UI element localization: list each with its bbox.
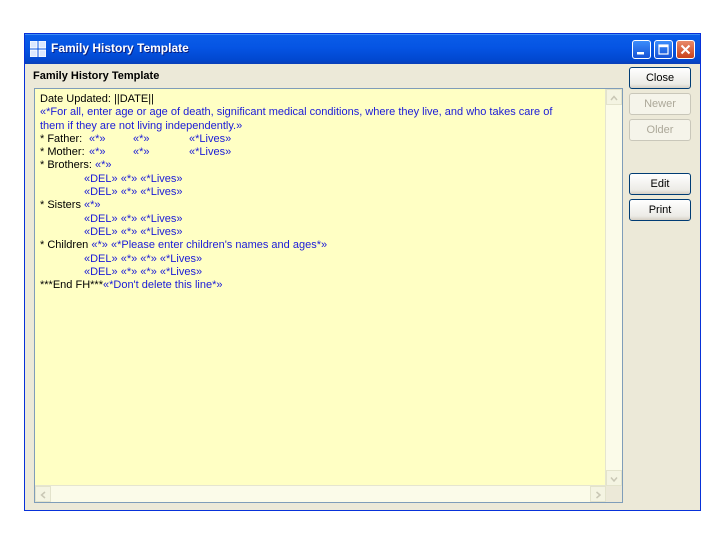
child-row: «DEL» «*» «*» «*Lives» (40, 266, 606, 279)
field-marker[interactable]: «*» (140, 253, 157, 265)
grid-app-icon (29, 40, 47, 58)
brother-row: «DEL» «*» «*Lives» (40, 173, 606, 186)
field-marker[interactable]: «*» (121, 226, 138, 238)
lives-field[interactable]: «*Lives» (140, 186, 182, 198)
field-marker[interactable]: «*» (133, 133, 189, 146)
chevron-right-icon (596, 491, 602, 499)
print-button[interactable]: Print (629, 199, 691, 221)
scroll-right-button[interactable] (590, 486, 606, 502)
end-marker: ***End FH*** (40, 279, 103, 292)
lives-field[interactable]: «*Lives» (140, 213, 182, 225)
brother-row: «DEL» «*» «*Lives» (40, 186, 606, 199)
lives-field[interactable]: «*Lives» (189, 133, 231, 145)
del-marker[interactable]: «DEL» (84, 266, 118, 278)
maximize-button[interactable] (654, 40, 673, 59)
field-marker[interactable]: «*» (121, 173, 138, 185)
del-marker[interactable]: «DEL» (84, 226, 118, 238)
field-marker[interactable]: «*» (121, 266, 138, 278)
field-marker[interactable]: «*» (121, 253, 138, 265)
minimize-button[interactable] (632, 40, 651, 59)
vertical-scrollbar[interactable] (605, 89, 622, 486)
lives-field[interactable]: «*Lives» (189, 146, 231, 158)
del-marker[interactable]: «DEL» (84, 213, 118, 225)
mother-label: * Mother: (40, 146, 85, 159)
close-button[interactable]: Close (629, 67, 691, 89)
instruction-line[interactable]: them if they are not living independentl… (40, 120, 606, 133)
title-bar[interactable]: Family History Template (25, 34, 700, 64)
field-marker[interactable]: «*» (89, 133, 133, 146)
field-marker[interactable]: «*» (133, 146, 189, 159)
scrollbar-corner (606, 486, 622, 502)
date-updated-line: Date Updated: ||DATE|| (40, 93, 154, 105)
minimize-icon (637, 52, 644, 55)
del-marker[interactable]: «DEL» (84, 173, 118, 185)
children-label: * Children (40, 239, 89, 252)
field-marker[interactable]: «*» (140, 266, 157, 278)
field-marker[interactable]: «*» (121, 213, 138, 225)
lives-field[interactable]: «*Lives» (140, 226, 182, 238)
maximize-icon (658, 44, 669, 55)
father-line: * Father: «*» «*» «*Lives» (40, 133, 606, 146)
end-note[interactable]: «*Don't delete this line*» (103, 279, 223, 291)
brothers-label: * Brothers: (40, 159, 92, 172)
del-marker[interactable]: «DEL» (84, 186, 118, 198)
template-content[interactable]: Date Updated: ||DATE|| «*For all, enter … (35, 89, 606, 486)
field-marker[interactable]: «*» (91, 239, 108, 251)
chevron-left-icon (40, 491, 46, 499)
end-line: ***End FH***«*Don't delete this line*» (40, 279, 606, 292)
sisters-line: * Sisters «*» (40, 199, 606, 212)
edit-button[interactable]: Edit (629, 173, 691, 195)
mother-line: * Mother: «*» «*» «*Lives» (40, 146, 606, 159)
sister-row: «DEL» «*» «*Lives» (40, 213, 606, 226)
template-header-label: Family History Template (33, 70, 160, 82)
lives-field[interactable]: «*Lives» (140, 173, 182, 185)
field-marker[interactable]: «*» (89, 146, 133, 159)
close-window-button[interactable] (676, 40, 695, 59)
chevron-down-icon (610, 477, 618, 483)
sisters-label: * Sisters (40, 199, 81, 212)
field-marker[interactable]: «*» (121, 186, 138, 198)
children-line: * Children «*» «*Please enter children's… (40, 239, 606, 252)
child-row: «DEL» «*» «*» «*Lives» (40, 253, 606, 266)
scroll-down-button[interactable] (606, 470, 622, 486)
del-marker[interactable]: «DEL» (84, 253, 118, 265)
brothers-line: * Brothers: «*» (40, 159, 606, 172)
children-prompt[interactable]: «*Please enter children's names and ages… (111, 239, 327, 251)
sister-row: «DEL» «*» «*Lives» (40, 226, 606, 239)
chevron-up-icon (610, 95, 618, 101)
template-text-area[interactable]: Date Updated: ||DATE|| «*For all, enter … (34, 88, 623, 503)
horizontal-scrollbar[interactable] (35, 485, 606, 502)
close-icon (680, 44, 691, 55)
lives-field[interactable]: «*Lives» (160, 266, 202, 278)
scroll-up-button[interactable] (606, 89, 622, 105)
newer-button[interactable]: Newer (629, 93, 691, 115)
instruction-line[interactable]: «*For all, enter age or age of death, si… (40, 106, 606, 119)
field-marker[interactable]: «*» (95, 159, 112, 171)
lives-field[interactable]: «*Lives» (160, 253, 202, 265)
window-title: Family History Template (51, 41, 189, 55)
family-history-window: Family History Template Family History T… (24, 33, 701, 511)
field-marker[interactable]: «*» (84, 199, 101, 211)
scroll-left-button[interactable] (35, 486, 51, 502)
older-button[interactable]: Older (629, 119, 691, 141)
father-label: * Father: (40, 132, 83, 145)
